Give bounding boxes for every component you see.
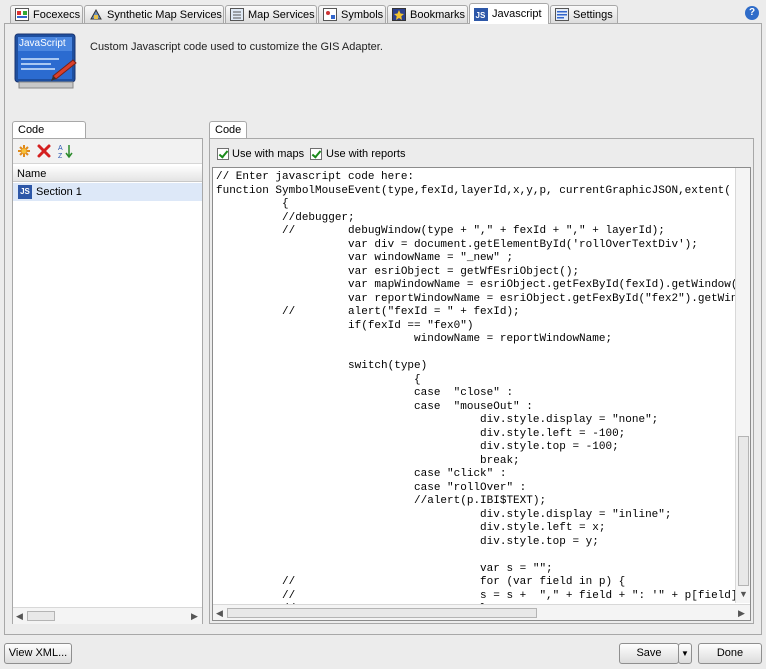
tab-symbols[interactable]: Symbols bbox=[318, 5, 386, 23]
tab-label: Synthetic Map Services bbox=[107, 8, 222, 21]
tab-code[interactable]: Code bbox=[209, 121, 247, 139]
scroll-right-icon[interactable]: ▶ bbox=[191, 610, 198, 622]
logo-text: JavaScript bbox=[19, 38, 66, 49]
section-toolbar: AZ bbox=[13, 139, 202, 164]
scroll-right-icon[interactable]: ▶ bbox=[738, 607, 745, 619]
section-label: Section 1 bbox=[36, 186, 82, 198]
tab-label: Focexecs bbox=[33, 8, 81, 21]
tab-label: Javascript bbox=[492, 8, 542, 20]
tab-map-services[interactable]: Map Services bbox=[225, 5, 317, 23]
scroll-thumb[interactable] bbox=[227, 608, 537, 618]
code-text[interactable]: // Enter javascript code here: function … bbox=[216, 171, 750, 617]
map-services-icon bbox=[230, 8, 244, 21]
tab-bar: Focexecs Synthetic Map Services Map Serv… bbox=[0, 0, 766, 24]
svg-text:Z: Z bbox=[58, 153, 63, 159]
tab-label: Settings bbox=[573, 8, 613, 21]
tab-synthetic-map-services[interactable]: Synthetic Map Services bbox=[84, 5, 224, 23]
svg-text:JS: JS bbox=[476, 11, 486, 20]
javascript-section-icon: JS bbox=[18, 185, 32, 199]
use-with-reports-label: Use with reports bbox=[326, 148, 406, 160]
code-vertical-scrollbar[interactable]: ▼ bbox=[735, 168, 750, 603]
scroll-down-icon[interactable]: ▼ bbox=[739, 588, 748, 600]
tab-label: Symbols bbox=[341, 8, 384, 21]
bookmark-icon bbox=[392, 8, 406, 21]
svg-text:A: A bbox=[58, 145, 63, 152]
tab-bookmarks[interactable]: Bookmarks bbox=[387, 5, 468, 23]
javascript-icon: JS bbox=[474, 7, 488, 21]
name-column-header[interactable]: Name bbox=[13, 166, 202, 182]
help-icon[interactable]: ? bbox=[745, 6, 759, 20]
page-description: Custom Javascript code used to customize… bbox=[90, 41, 383, 53]
code-panel: Use with maps Use with reports // Enter … bbox=[209, 138, 754, 624]
use-with-maps-label: Use with maps bbox=[232, 148, 305, 160]
scroll-thumb[interactable] bbox=[738, 436, 749, 586]
chevron-down-icon: ▼ bbox=[681, 649, 689, 658]
javascript-logo-icon: JavaScript bbox=[13, 32, 79, 92]
code-horizontal-scrollbar[interactable]: ◀ ▶ bbox=[213, 604, 750, 620]
tab-label: Bookmarks bbox=[410, 8, 466, 21]
view-xml-button[interactable]: View XML... bbox=[4, 643, 72, 664]
scroll-left-icon[interactable]: ◀ bbox=[16, 610, 23, 622]
tab-javascript[interactable]: JS Javascript bbox=[469, 3, 549, 24]
tab-code-section[interactable]: Code Section bbox=[12, 121, 86, 153]
use-with-maps-checkbox[interactable] bbox=[217, 148, 229, 160]
tab-focexecs[interactable]: Focexecs bbox=[10, 5, 83, 23]
symbols-icon bbox=[323, 8, 337, 21]
save-options-button[interactable]: ▼ bbox=[678, 643, 692, 664]
list-item[interactable]: JS Section 1 bbox=[13, 183, 202, 201]
tab-settings[interactable]: Settings bbox=[550, 5, 618, 23]
scroll-left-icon[interactable]: ◀ bbox=[216, 607, 223, 619]
scroll-thumb[interactable] bbox=[27, 611, 55, 621]
use-with-reports-checkbox[interactable] bbox=[310, 148, 322, 160]
focexec-icon bbox=[15, 8, 29, 21]
add-section-icon[interactable] bbox=[16, 143, 32, 159]
synthetic-map-icon bbox=[89, 8, 103, 21]
code-section-panel: AZ Name JS Section 1 ◀ ▶ bbox=[12, 138, 203, 624]
code-editor[interactable]: // Enter javascript code here: function … bbox=[212, 167, 751, 621]
tab-label: Map Services bbox=[248, 8, 315, 21]
done-button[interactable]: Done bbox=[698, 643, 762, 664]
sort-icon[interactable]: AZ bbox=[58, 143, 74, 160]
delete-section-icon[interactable] bbox=[36, 143, 52, 159]
settings-icon bbox=[555, 8, 569, 21]
save-button[interactable]: Save bbox=[619, 643, 679, 664]
left-horizontal-scrollbar[interactable]: ◀ ▶ bbox=[13, 607, 202, 624]
